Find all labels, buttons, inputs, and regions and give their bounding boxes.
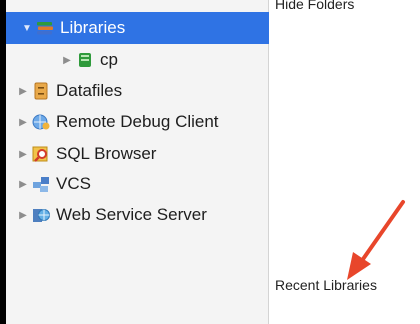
cabinet-icon: [32, 82, 50, 100]
tree-item-datafiles[interactable]: ▶ Datafiles: [16, 75, 122, 107]
recent-libraries-label: Recent Libraries: [275, 277, 377, 293]
chevron-right-icon[interactable]: ▶: [16, 210, 30, 221]
tree-item-remote-debug-client[interactable]: ▶ Remote Debug Client: [16, 106, 219, 138]
content-panel: Hide Folders Recent Libraries: [269, 0, 420, 324]
tree-item-label: cp: [100, 50, 118, 69]
tree-item-libraries[interactable]: ▼ Libraries: [6, 12, 282, 44]
tree-item-label: Remote Debug Client: [56, 112, 219, 131]
tree-item-label: VCS: [56, 174, 91, 193]
tree-item-cp[interactable]: ▶ cp: [60, 44, 118, 76]
chevron-right-icon[interactable]: ▶: [16, 117, 30, 128]
globe-icon: [32, 113, 50, 131]
hide-folders-label[interactable]: Hide Folders: [275, 0, 354, 12]
sidebar: ▼ Libraries ▶ cp ▶ Datafiles ▶ Remote De…: [6, 0, 282, 324]
tree-item-web-service-server[interactable]: ▶ Web Service Server: [16, 199, 207, 231]
tree-item-label: Datafiles: [56, 81, 123, 100]
book-icon: [76, 51, 94, 69]
tree-item-label: Libraries: [60, 18, 126, 37]
tree-item-vcs[interactable]: ▶ VCS: [16, 168, 91, 200]
chevron-down-icon[interactable]: ▼: [20, 23, 34, 34]
books-icon: [36, 19, 54, 37]
network-icon: [32, 175, 50, 193]
chevron-right-icon[interactable]: ▶: [16, 149, 30, 160]
chevron-right-icon[interactable]: ▶: [16, 86, 30, 97]
tree-item-label: SQL Browser: [56, 144, 157, 163]
red-arrow-annotation: [347, 200, 405, 280]
globe-server-icon: [32, 206, 50, 224]
chevron-right-icon[interactable]: ▶: [60, 55, 74, 66]
chevron-right-icon[interactable]: ▶: [16, 179, 30, 190]
tree-item-sql-browser[interactable]: ▶ SQL Browser: [16, 138, 156, 170]
magnifier-icon: [32, 145, 50, 163]
tree-item-label: Web Service Server: [56, 205, 207, 224]
